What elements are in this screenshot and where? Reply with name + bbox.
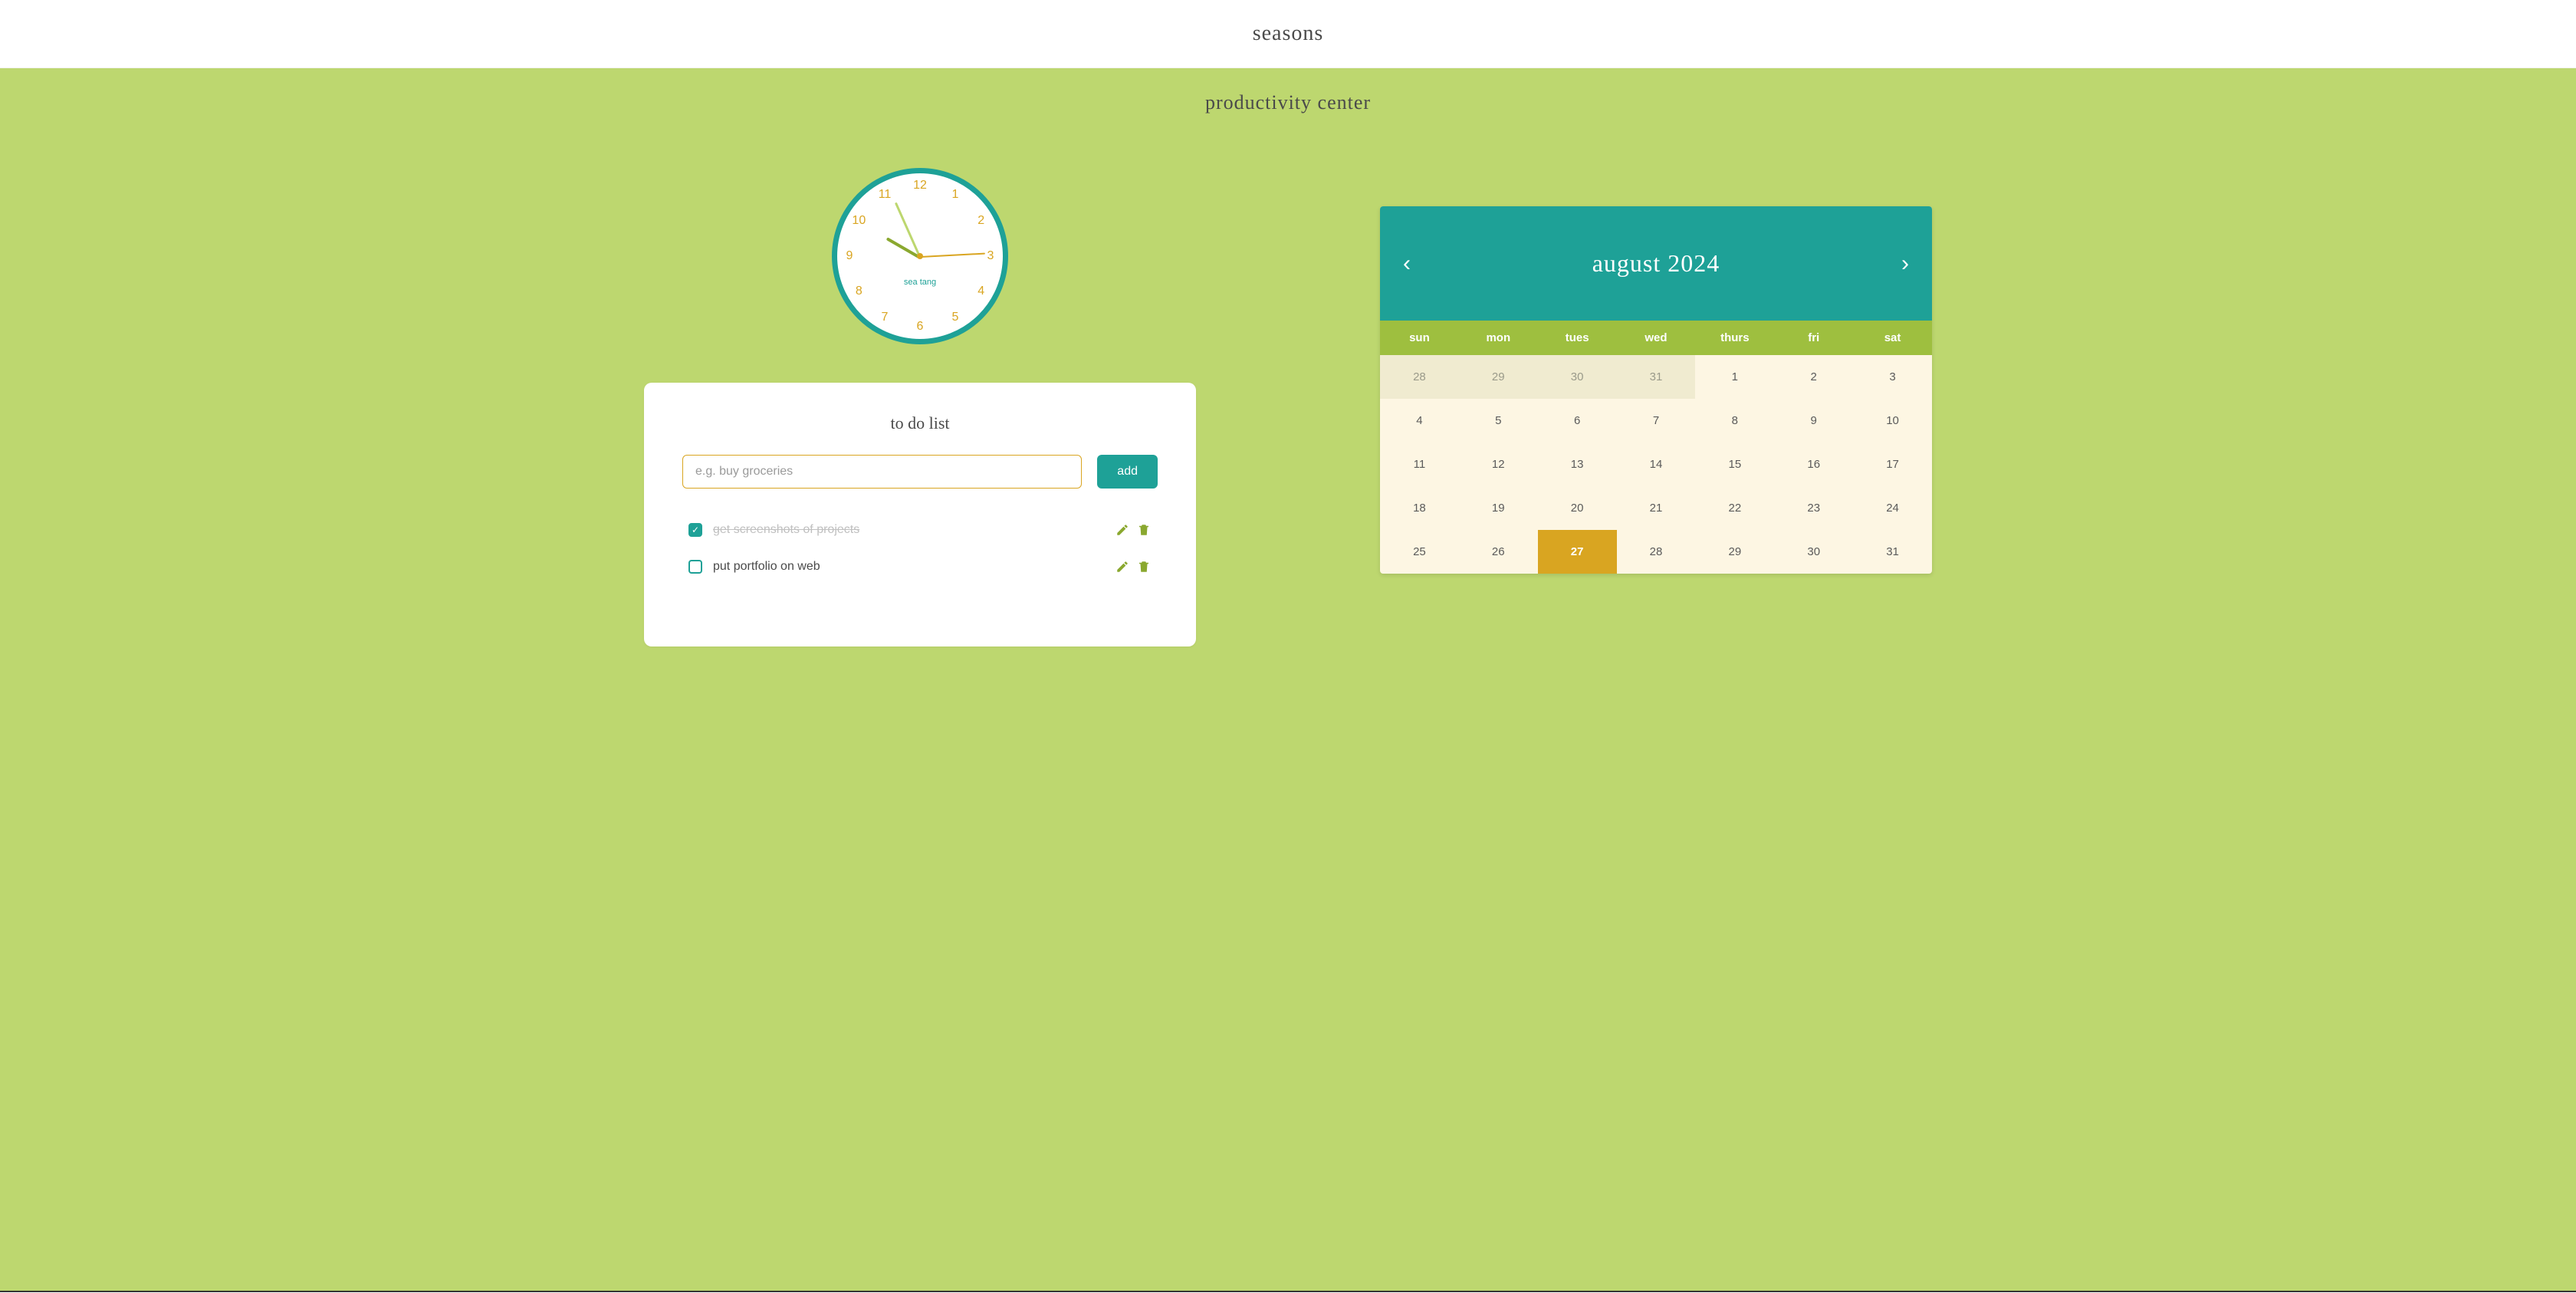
calendar-day[interactable]: 30: [1774, 530, 1853, 574]
weekday-label: mon: [1459, 321, 1538, 355]
calendar-day[interactable]: 17: [1853, 443, 1932, 486]
trash-icon[interactable]: [1136, 559, 1152, 574]
calendar-day[interactable]: 22: [1695, 486, 1774, 530]
todo-checkbox[interactable]: [688, 560, 702, 574]
clock-number: 2: [978, 214, 984, 228]
calendar-day[interactable]: 9: [1774, 399, 1853, 443]
todo-title: to do list: [682, 413, 1158, 433]
calendar-day[interactable]: 6: [1538, 399, 1617, 443]
todo-text: put portfolio on web: [713, 560, 1115, 574]
calendar-day[interactable]: 13: [1538, 443, 1617, 486]
clock-number: 4: [978, 285, 984, 298]
calendar-day[interactable]: 12: [1459, 443, 1538, 486]
calendar-day[interactable]: 7: [1617, 399, 1696, 443]
todo-card: to do list add get screenshots of projec…: [644, 383, 1196, 646]
calendar-day[interactable]: 25: [1380, 530, 1459, 574]
calendar-day[interactable]: 11: [1380, 443, 1459, 486]
clock-number: 11: [879, 188, 892, 202]
calendar-day[interactable]: 31: [1853, 530, 1932, 574]
todo-actions: [1115, 559, 1152, 574]
calendar-day[interactable]: 15: [1695, 443, 1774, 486]
clock-pin: [917, 253, 923, 259]
todo-item: get screenshots of projects: [682, 512, 1158, 548]
calendar-prev-button[interactable]: ‹: [1403, 251, 1411, 277]
calendar-day[interactable]: 28: [1380, 355, 1459, 399]
clock-number: 12: [913, 179, 927, 192]
content: sea tang 121234567891011 to do list add …: [598, 153, 1978, 646]
calendar-title: august 2024: [1592, 249, 1720, 278]
analog-clock: sea tang 121234567891011: [832, 168, 1008, 344]
todo-text: get screenshots of projects: [713, 523, 1115, 537]
edit-icon[interactable]: [1115, 559, 1130, 574]
todo-item: put portfolio on web: [682, 548, 1158, 585]
calendar-day[interactable]: 24: [1853, 486, 1932, 530]
add-button[interactable]: add: [1097, 455, 1158, 489]
left-column: sea tang 121234567891011 to do list add …: [644, 153, 1196, 646]
calendar-day[interactable]: 26: [1459, 530, 1538, 574]
clock-number: 5: [952, 311, 959, 324]
trash-icon[interactable]: [1136, 522, 1152, 538]
todo-input[interactable]: [682, 455, 1082, 489]
page-subtitle: productivity center: [0, 91, 2576, 114]
clock-number: 10: [852, 214, 866, 228]
calendar-day[interactable]: 19: [1459, 486, 1538, 530]
calendar-day[interactable]: 1: [1695, 355, 1774, 399]
weekday-label: sun: [1380, 321, 1459, 355]
calendar-day[interactable]: 29: [1459, 355, 1538, 399]
calendar-day[interactable]: 4: [1380, 399, 1459, 443]
right-column: ‹ august 2024 › sunmontueswedthursfrisat…: [1380, 206, 1932, 646]
calendar-weekdays: sunmontueswedthursfrisat: [1380, 321, 1932, 355]
todo-checkbox[interactable]: [688, 523, 702, 537]
clock-number: 3: [987, 249, 994, 263]
second-hand: [920, 253, 985, 258]
calendar-next-button[interactable]: ›: [1901, 251, 1909, 277]
app-title: seasons: [0, 21, 2576, 46]
calendar-day[interactable]: 31: [1617, 355, 1696, 399]
calendar-day[interactable]: 20: [1538, 486, 1617, 530]
todo-actions: [1115, 522, 1152, 538]
clock-number: 8: [856, 285, 863, 298]
clock-number: 9: [846, 249, 853, 263]
weekday-label: thurs: [1695, 321, 1774, 355]
calendar-day[interactable]: 10: [1853, 399, 1932, 443]
weekday-label: fri: [1774, 321, 1853, 355]
calendar: ‹ august 2024 › sunmontueswedthursfrisat…: [1380, 206, 1932, 574]
calendar-day[interactable]: 23: [1774, 486, 1853, 530]
calendar-day[interactable]: 8: [1695, 399, 1774, 443]
calendar-day[interactable]: 16: [1774, 443, 1853, 486]
clock-number: 1: [952, 188, 959, 202]
calendar-header: ‹ august 2024 ›: [1380, 206, 1932, 321]
weekday-label: tues: [1538, 321, 1617, 355]
calendar-day[interactable]: 27: [1538, 530, 1617, 574]
calendar-grid: 2829303112345678910111213141516171819202…: [1380, 355, 1932, 574]
calendar-day[interactable]: 14: [1617, 443, 1696, 486]
calendar-day[interactable]: 30: [1538, 355, 1617, 399]
calendar-day[interactable]: 18: [1380, 486, 1459, 530]
todo-input-row: add: [682, 455, 1158, 489]
weekday-label: wed: [1617, 321, 1696, 355]
weekday-label: sat: [1853, 321, 1932, 355]
calendar-day[interactable]: 3: [1853, 355, 1932, 399]
calendar-day[interactable]: 29: [1695, 530, 1774, 574]
calendar-day[interactable]: 5: [1459, 399, 1538, 443]
edit-icon[interactable]: [1115, 522, 1130, 538]
calendar-day[interactable]: 2: [1774, 355, 1853, 399]
todo-list: get screenshots of projects put portfolio…: [682, 512, 1158, 585]
calendar-day[interactable]: 28: [1617, 530, 1696, 574]
header: seasons: [0, 0, 2576, 68]
clock-number: 7: [882, 311, 889, 324]
clock-brand: sea tang: [904, 278, 936, 287]
clock-number: 6: [917, 320, 924, 334]
main: productivity center sea tang 12123456789…: [0, 68, 2576, 1292]
calendar-day[interactable]: 21: [1617, 486, 1696, 530]
